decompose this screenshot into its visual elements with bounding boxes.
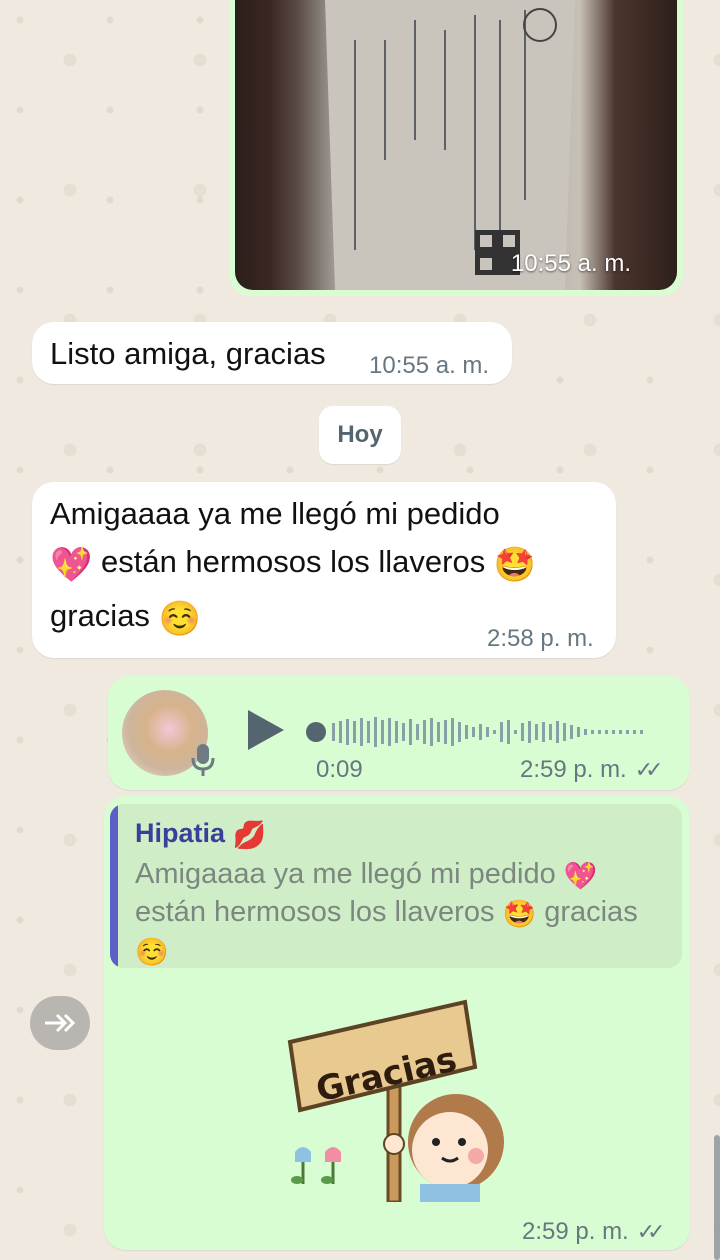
- quoted-author-name: Hipatia: [135, 818, 226, 848]
- quote-bar: [110, 804, 118, 968]
- message-time: 10:55 a. m.: [369, 352, 490, 379]
- gracias-sticker[interactable]: Gracias: [280, 992, 520, 1202]
- voice-duration: 0:09: [316, 756, 363, 783]
- star-struck-icon: 🤩: [493, 546, 537, 585]
- incoming-message-pedido[interactable]: Amigaaaa ya me llegó mi pedido 💖 están h…: [32, 482, 616, 658]
- message-time: 2:58 p. m.: [487, 625, 594, 652]
- receipt-paper: [325, 0, 575, 290]
- kiss-mark-icon: 💋: [232, 820, 267, 850]
- double-check-icon: ✓✓: [634, 757, 664, 782]
- day-separator: Hoy: [319, 406, 401, 464]
- voice-time-text: 2:59 p. m.: [520, 756, 627, 783]
- forward-button[interactable]: [30, 996, 90, 1050]
- sparkling-heart-icon: 💖: [563, 861, 598, 891]
- photo-message[interactable]: 10:55 a. m.: [229, 0, 683, 296]
- audio-scrubber: [306, 722, 326, 742]
- message-line-2-text: están hermosos los llaveros: [100, 544, 486, 580]
- sparkling-heart-icon: 💖: [50, 546, 93, 585]
- quoted-text: Amigaaaa ya me llegó mi pedido 💖 están h…: [135, 856, 675, 968]
- smiling-face-icon: ☺️: [135, 936, 169, 967]
- audio-waveform[interactable]: [306, 712, 666, 752]
- message-body: Amigaaaa ya me llegó mi pedido 💖 están h…: [50, 490, 600, 645]
- quoted-message[interactable]: Hipatia 💋 Amigaaaa ya me llegó mi pedido…: [110, 804, 682, 968]
- quoted-line-1: Amigaaaa ya me llegó mi pedido: [135, 858, 556, 890]
- play-icon[interactable]: [248, 710, 284, 750]
- quoted-line-2b: gracias: [544, 895, 638, 928]
- photo-timestamp: 10:55 a. m.: [510, 250, 631, 277]
- star-struck-icon: 🤩: [502, 898, 537, 929]
- message-text: Listo amiga, gracias: [50, 336, 326, 371]
- forward-icon: [45, 1013, 76, 1033]
- quoted-author: Hipatia 💋: [135, 818, 266, 851]
- reply-time: 2:59 p. m. ✓✓: [522, 1218, 666, 1246]
- voice-time: 2:59 p. m. ✓✓: [520, 756, 664, 784]
- message-line-2: 💖 están hermosos los llaveros 🤩: [50, 538, 600, 592]
- double-check-icon: ✓✓: [636, 1219, 666, 1244]
- reply-time-text: 2:59 p. m.: [522, 1218, 629, 1245]
- quoted-line-2: están hermosos los llaveros: [135, 895, 495, 928]
- incoming-message-listo[interactable]: Listo amiga, gracias 10:55 a. m.: [32, 322, 512, 384]
- photo-receipt-image[interactable]: 10:55 a. m.: [235, 0, 677, 290]
- scrollbar[interactable]: [714, 1135, 720, 1260]
- smiling-face-icon: ☺️: [158, 599, 201, 638]
- message-line-1: Amigaaaa ya me llegó mi pedido: [50, 496, 500, 531]
- message-line-3-text: gracias: [50, 597, 150, 633]
- microphone-icon: [191, 744, 215, 776]
